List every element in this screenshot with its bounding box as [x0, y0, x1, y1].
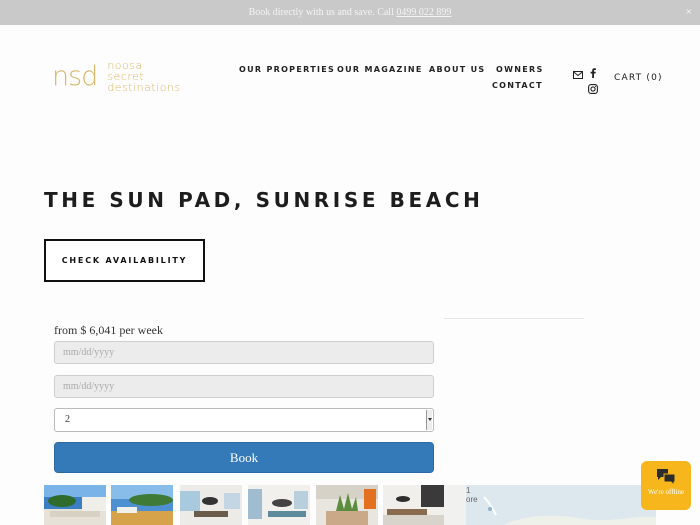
- chevron-down-icon: [426, 410, 432, 430]
- property-map[interactable]: 1 ore: [444, 485, 656, 525]
- cart-link[interactable]: CART (0): [614, 73, 663, 83]
- nav-our-magazine[interactable]: OUR MAGAZINE: [337, 65, 423, 74]
- divider: [444, 318, 584, 319]
- nav-owners[interactable]: OWNERS: [496, 65, 544, 74]
- check-availability-button[interactable]: CHECK AVAILABILITY: [44, 239, 205, 282]
- site-logo[interactable]: nsd noosa secret destinations: [52, 60, 181, 94]
- nav-about-us[interactable]: ABOUT US: [429, 65, 486, 74]
- nav-contact[interactable]: CONTACT: [492, 81, 543, 90]
- guests-value: 2: [65, 414, 70, 425]
- gallery-thumbnail-4[interactable]: [248, 485, 310, 525]
- price-text: from $ 6,041 per week: [54, 323, 163, 337]
- chat-widget[interactable]: We're offline: [641, 461, 691, 510]
- logo-line-3: destinations: [107, 81, 181, 94]
- chat-icon: [656, 468, 676, 490]
- instagram-icon[interactable]: [588, 81, 598, 99]
- announcement-bar: Book directly with us and save. Call 049…: [0, 0, 700, 25]
- nav-our-properties[interactable]: OUR PROPERTIES: [239, 65, 335, 74]
- checkout-date-field[interactable]: mm/dd/yyyy: [54, 375, 434, 398]
- logo-mark: nsd: [52, 61, 98, 92]
- map-label-line-2: ore: [466, 495, 478, 504]
- gallery-thumbnail-2[interactable]: [111, 485, 173, 525]
- gallery-thumbnail-6[interactable]: [383, 485, 445, 525]
- email-icon[interactable]: [573, 66, 583, 84]
- chat-status: We're offline: [647, 488, 685, 496]
- map-label-line-1: 1: [466, 486, 471, 495]
- gallery-thumbnail-1[interactable]: [44, 485, 106, 525]
- checkin-date-field[interactable]: mm/dd/yyyy: [54, 341, 434, 364]
- announcement-text: Book directly with us and save. Call: [248, 7, 397, 18]
- close-announcement-icon[interactable]: ×: [686, 0, 692, 25]
- guests-select[interactable]: 2: [54, 408, 434, 432]
- gallery-thumbnail-3[interactable]: [180, 485, 242, 525]
- book-button[interactable]: Book: [54, 442, 434, 473]
- logo-wordmark: noosa secret destinations: [107, 60, 180, 93]
- gallery-thumbnail-5[interactable]: [316, 485, 378, 525]
- announcement-phone-link[interactable]: 0499 022 899: [396, 7, 451, 18]
- map-label: 1 ore: [466, 486, 478, 504]
- page-title: THE SUN PAD, SUNRISE BEACH: [44, 188, 484, 212]
